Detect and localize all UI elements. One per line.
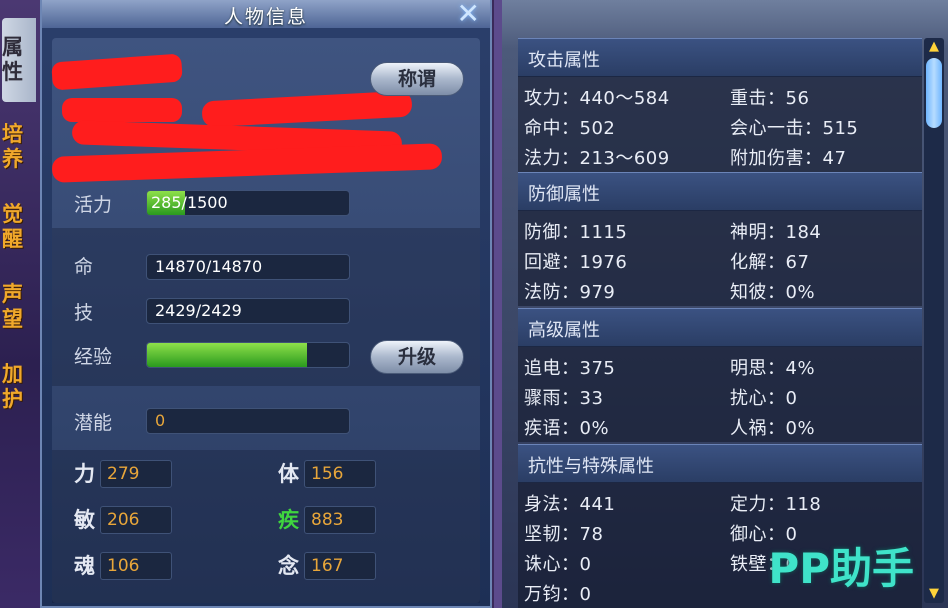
stat-label-soul: 魂: [74, 554, 95, 578]
attr-item: 回避：1976: [524, 252, 628, 273]
attr-item: 身法：441: [524, 494, 616, 515]
redaction-mark: [62, 98, 182, 122]
tab-label: 觉醒: [2, 202, 23, 251]
section-title: 防御属性: [528, 184, 600, 205]
section-title: 攻击属性: [528, 50, 600, 71]
exp-label: 经验: [74, 346, 113, 368]
potential-value: 0: [146, 408, 350, 434]
tab-label: 培养: [2, 122, 23, 171]
stat-label-mind: 念: [278, 554, 299, 578]
title-button[interactable]: 称谓: [370, 62, 464, 96]
attr-item: 疾语：0%: [524, 418, 610, 439]
vigor-bar: 285/1500: [146, 190, 350, 216]
panel-body: 称谓 活力 285/1500 命 14870/14870 技 2429/2429…: [51, 38, 480, 603]
section-body-attack: 攻力：440～584 重击：56 命中：502 会心一击：515 法力：213～…: [518, 76, 922, 172]
attributes-panel: 攻击属性 攻力：440～584 重击：56 命中：502 会心一击：515 法力…: [502, 0, 948, 608]
exp-bar: [146, 342, 350, 368]
skill-value: 2429/2429: [146, 298, 350, 324]
vigor-current: 285/: [151, 193, 187, 212]
title-bar: 人物信息 ✕: [42, 0, 490, 28]
attr-item: 诛心：0: [524, 554, 592, 575]
attr-item: 法防：979: [524, 282, 616, 303]
close-icon[interactable]: ✕: [457, 0, 480, 28]
section-header-resist: 抗性与特殊属性: [518, 444, 922, 483]
stat-value-con: 156: [304, 460, 376, 488]
tab-label: 属性: [2, 35, 23, 84]
stat-label-con: 体: [278, 462, 299, 486]
attr-item: 知彼：0%: [730, 282, 816, 303]
attr-item: 附加伤害：47: [730, 148, 847, 169]
redaction-mark: [51, 53, 183, 91]
tab-reputation[interactable]: 声望: [2, 276, 36, 338]
character-info-panel: 人物信息 ✕ 称谓 活力 285/1500 命 14870/14870 技 24…: [40, 0, 492, 608]
stat-label-agi: 敏: [74, 508, 95, 532]
section-title: 高级属性: [528, 320, 600, 341]
panel-divider: [494, 0, 502, 608]
redaction-mark: [51, 143, 443, 183]
tab-label: 声望: [2, 282, 23, 331]
tab-attributes[interactable]: 属性: [2, 18, 36, 102]
attr-item: 人祸：0%: [730, 418, 816, 439]
window-title: 人物信息: [223, 6, 308, 28]
attr-item: 命中：502: [524, 118, 616, 139]
exp-fill: [147, 343, 307, 367]
attr-item: 扰心：0: [730, 388, 798, 409]
tab-protection[interactable]: 加护: [2, 356, 36, 418]
vigor-max: 1500: [186, 193, 228, 212]
life-value: 14870/14870: [146, 254, 350, 280]
section-header-defense: 防御属性: [518, 172, 922, 211]
scroll-down-icon[interactable]: ▼: [924, 587, 944, 601]
attr-item: 重击：56: [730, 88, 810, 109]
section-header-advanced: 高级属性: [518, 308, 922, 347]
attr-item: 化解：67: [730, 252, 810, 273]
stat-value-agi: 206: [100, 506, 172, 534]
tab-cultivate[interactable]: 培养: [2, 116, 36, 178]
stat-label-str: 力: [74, 462, 95, 486]
stat-value-soul: 106: [100, 552, 172, 580]
attr-item: 坚韧：78: [524, 524, 604, 545]
stat-value-str: 279: [100, 460, 172, 488]
section-body-advanced: 追电：375 明思：4% 骤雨：33 扰心：0 疾语：0% 人祸：0%: [518, 346, 922, 442]
watermark: PP助手: [768, 544, 914, 593]
attributes-list[interactable]: 攻击属性 攻力：440～584 重击：56 命中：502 会心一击：515 法力…: [518, 38, 922, 608]
stat-value-speed: 883: [304, 506, 376, 534]
section-title: 抗性与特殊属性: [528, 456, 654, 477]
skill-label: 技: [74, 302, 94, 324]
potential-label: 潜能: [74, 412, 113, 434]
life-label: 命: [74, 256, 94, 278]
attr-item: 防御：1115: [524, 222, 628, 243]
section-header-attack: 攻击属性: [518, 38, 922, 77]
attr-item: 明思：4%: [730, 358, 816, 379]
attr-item: 追电：375: [524, 358, 616, 379]
scroll-thumb[interactable]: [926, 58, 942, 128]
attr-item: 攻力：440～584: [524, 88, 670, 109]
redaction-mark: [201, 90, 413, 128]
stat-value-mind: 167: [304, 552, 376, 580]
stat-label-speed: 疾: [278, 508, 299, 532]
attr-item: 骤雨：33: [524, 388, 604, 409]
levelup-button[interactable]: 升级: [370, 340, 464, 374]
attr-item: 定力：118: [730, 494, 822, 515]
side-tabs: 属性 培养 觉醒 声望 加护: [0, 18, 38, 422]
tab-awaken[interactable]: 觉醒: [2, 196, 36, 258]
vigor-label: 活力: [74, 194, 113, 216]
section-body-defense: 防御：1115 神明：184 回避：1976 化解：67 法防：979 知彼：0…: [518, 210, 922, 306]
attr-item: 会心一击：515: [730, 118, 859, 139]
attr-item: 神明：184: [730, 222, 822, 243]
attr-item: 法力：213～609: [524, 148, 670, 169]
attr-item: 万钧：0: [524, 584, 592, 605]
attributes-scrollbar[interactable]: ▲ ▼: [924, 38, 944, 603]
tab-label: 加护: [2, 362, 23, 411]
scroll-up-icon[interactable]: ▲: [924, 40, 944, 54]
